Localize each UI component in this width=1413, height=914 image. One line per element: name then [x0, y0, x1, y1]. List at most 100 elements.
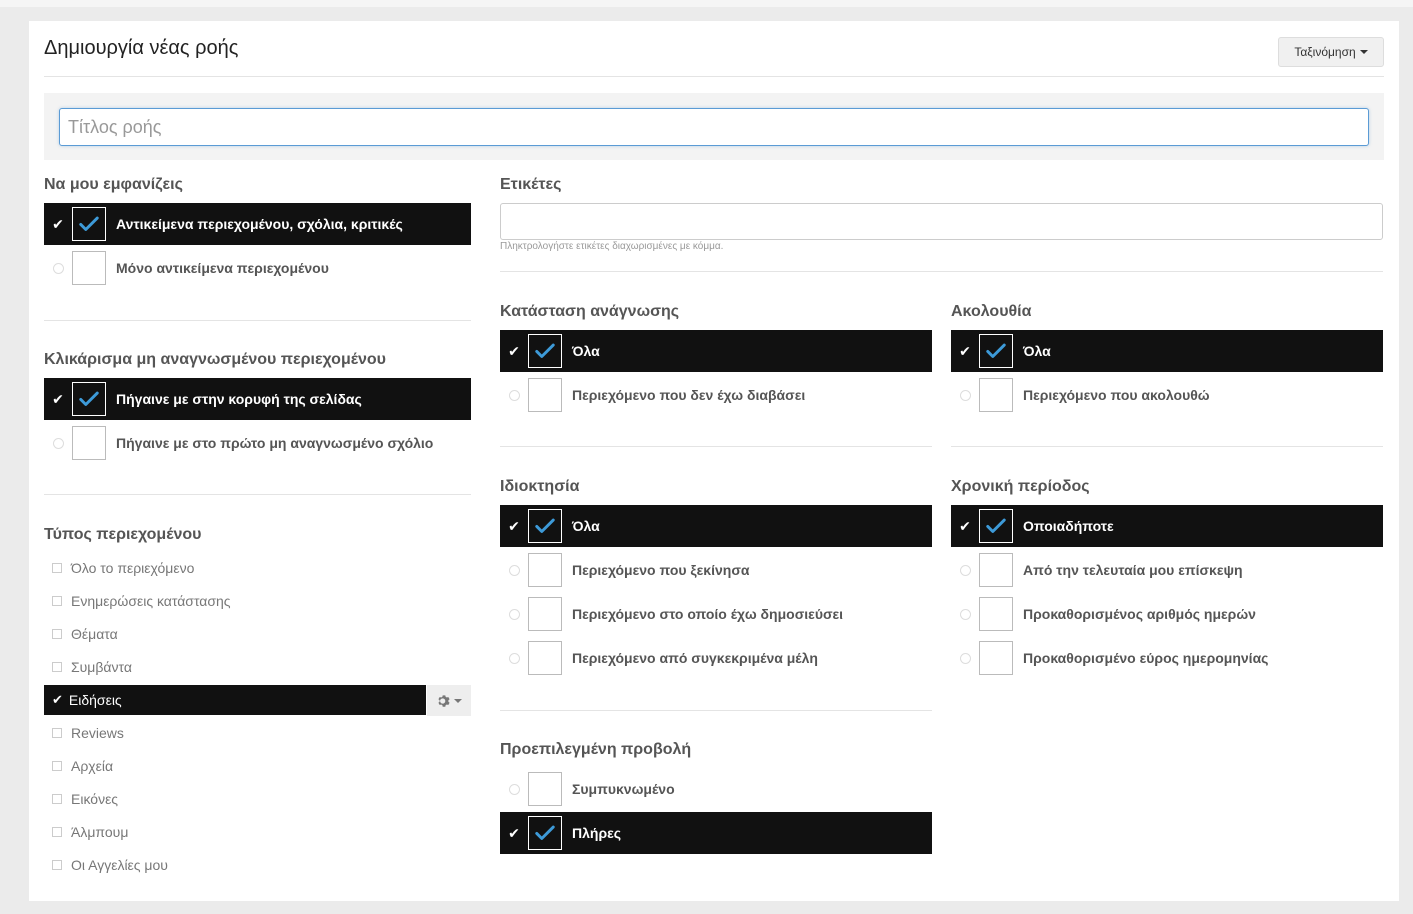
default-view-option[interactable]: ✔ Πλήρες: [500, 812, 932, 854]
option-checkbox[interactable]: [528, 553, 562, 587]
content-type-label: Οι Αγγελίες μου: [71, 857, 168, 873]
option-checkbox[interactable]: [528, 597, 562, 631]
radio-dot-icon: [959, 652, 971, 664]
option-checkbox[interactable]: [72, 426, 106, 460]
checkbox-icon[interactable]: [52, 860, 62, 870]
option-checkbox[interactable]: [72, 251, 106, 285]
content-type-item[interactable]: Συμβάντα: [44, 652, 471, 682]
content-type-item[interactable]: Άλμπουμ: [44, 817, 471, 847]
option-checkbox[interactable]: [979, 597, 1013, 631]
ownership-option[interactable]: Περιεχόμενο από συγκεκριμένα μέλη: [500, 637, 932, 679]
read-status-option[interactable]: ✔ Όλα: [500, 330, 932, 372]
option-checkbox[interactable]: [979, 509, 1013, 543]
checkbox-icon[interactable]: [52, 827, 62, 837]
option-checkbox[interactable]: [528, 378, 562, 412]
option-label: Περιεχόμενο στο οποίο έχω δημοσιεύσει: [572, 606, 844, 622]
click-unread-title: Κλικάρισμα μη αναγνωσμένου περιεχομένου: [44, 351, 386, 368]
content-type-label: Αρχεία: [71, 758, 114, 774]
checkmark-icon: [79, 216, 99, 231]
option-checkbox[interactable]: [528, 816, 562, 850]
option-label: Από την τελευταία μου επίσκεψη: [1023, 562, 1243, 578]
option-label: Συμπυκνωμένο: [572, 781, 675, 797]
radio-dot-icon: [959, 389, 971, 401]
content-type-item[interactable]: Θέματα: [44, 619, 471, 649]
time-period-title: Χρονική περίοδος: [951, 478, 1090, 495]
gear-icon: [437, 694, 450, 707]
check-icon: ✔: [52, 390, 64, 407]
divider: [500, 710, 932, 711]
checkmark-icon: [535, 825, 555, 840]
time-period-option[interactable]: Προκαθορισμένο εύρος ημερομηνίας: [951, 637, 1383, 679]
tags-input[interactable]: [500, 203, 1383, 240]
content-type-item[interactable]: Ενημερώσεις κατάστασης: [44, 586, 471, 616]
radio-dot-icon: [52, 437, 64, 449]
content-type-item[interactable]: Όλο το περιεχόμενο: [44, 553, 471, 583]
click-unread-option[interactable]: Πήγαινε με στο πρώτο μη αναγνωσμένο σχόλ…: [44, 422, 471, 464]
content-type-settings-button[interactable]: [427, 685, 471, 716]
check-icon: ✔: [508, 824, 520, 841]
checkbox-icon[interactable]: [52, 761, 62, 771]
checkmark-icon: [986, 518, 1006, 533]
option-checkbox[interactable]: [979, 553, 1013, 587]
option-checkbox[interactable]: [979, 334, 1013, 368]
option-label: Όλα: [1023, 343, 1051, 359]
option-checkbox[interactable]: [979, 378, 1013, 412]
click-unread-option[interactable]: ✔ Πήγαινε με στην κορυφή της σελίδας: [44, 378, 471, 420]
sort-button[interactable]: Ταξινόμηση: [1278, 37, 1384, 67]
checkbox-icon[interactable]: [52, 662, 62, 672]
checkbox-icon[interactable]: [52, 629, 62, 639]
radio-dot-icon: [508, 389, 520, 401]
checkbox-icon[interactable]: [52, 596, 62, 606]
follow-option[interactable]: Περιεχόμενο που ακολουθώ: [951, 374, 1383, 416]
radio-indicator: [500, 564, 528, 576]
option-checkbox[interactable]: [528, 509, 562, 543]
option-checkbox[interactable]: [72, 207, 106, 241]
radio-dot-icon: [508, 783, 520, 795]
radio-indicator: [500, 783, 528, 795]
content-type-label: Reviews: [71, 725, 124, 741]
radio-indicator: [951, 652, 979, 664]
caret-down-icon: [1359, 50, 1368, 54]
option-label: Οποιαδήποτε: [1023, 518, 1114, 534]
ownership-option[interactable]: Περιεχόμενο που ξεκίνησα: [500, 549, 932, 591]
stream-title-input[interactable]: [59, 108, 1369, 146]
radio-indicator: [951, 564, 979, 576]
ownership-option[interactable]: ✔ Όλα: [500, 505, 932, 547]
show-me-option[interactable]: ✔ Αντικείμενα περιεχομένου, σχόλια, κριτι…: [44, 203, 471, 245]
content-type-item[interactable]: Reviews: [44, 718, 471, 748]
option-checkbox[interactable]: [528, 334, 562, 368]
check-icon: ✔: [508, 342, 520, 359]
checkmark-icon: [535, 343, 555, 358]
default-view-option[interactable]: Συμπυκνωμένο: [500, 768, 932, 810]
time-period-option[interactable]: Προκαθορισμένος αριθμός ημερών: [951, 593, 1383, 635]
content-type-item[interactable]: ✔ Ειδήσεις: [44, 685, 426, 715]
checkbox-icon[interactable]: [52, 794, 62, 804]
option-checkbox[interactable]: [72, 382, 106, 416]
option-label: Πήγαινε με στην κορυφή της σελίδας: [116, 391, 362, 407]
radio-dot-icon: [52, 262, 64, 274]
option-checkbox[interactable]: [528, 641, 562, 675]
checkbox-icon[interactable]: [52, 563, 62, 573]
divider: [44, 494, 471, 495]
check-icon: ✔: [52, 692, 63, 707]
option-checkbox[interactable]: [979, 641, 1013, 675]
option-label: Περιεχόμενο που δεν έχω διαβάσει: [572, 387, 806, 403]
time-period-option[interactable]: Από την τελευταία μου επίσκεψη: [951, 549, 1383, 591]
radio-indicator: [500, 608, 528, 620]
content-type-item[interactable]: Οι Αγγελίες μου: [44, 850, 471, 880]
time-period-option[interactable]: ✔ Οποιαδήποτε: [951, 505, 1383, 547]
checkbox-icon[interactable]: [52, 728, 62, 738]
divider: [44, 320, 471, 321]
caret-down-icon: [453, 698, 462, 703]
ownership-option[interactable]: Περιεχόμενο στο οποίο έχω δημοσιεύσει: [500, 593, 932, 635]
option-checkbox[interactable]: [528, 772, 562, 806]
show-me-option[interactable]: Μόνο αντικείμενα περιεχομένου: [44, 247, 471, 289]
read-status-option[interactable]: Περιεχόμενο που δεν έχω διαβάσει: [500, 374, 932, 416]
content-type-item[interactable]: Εικόνες: [44, 784, 471, 814]
follow-option[interactable]: ✔ Όλα: [951, 330, 1383, 372]
tags-title: Ετικέτες: [500, 176, 562, 193]
option-label: Προκαθορισμένο εύρος ημερομηνίας: [1023, 650, 1269, 666]
tags-hint: Πληκτρολογήστε ετικέτες διαχωρισμένες με…: [500, 241, 724, 252]
radio-dot-icon: [959, 608, 971, 620]
content-type-item[interactable]: Αρχεία: [44, 751, 471, 781]
